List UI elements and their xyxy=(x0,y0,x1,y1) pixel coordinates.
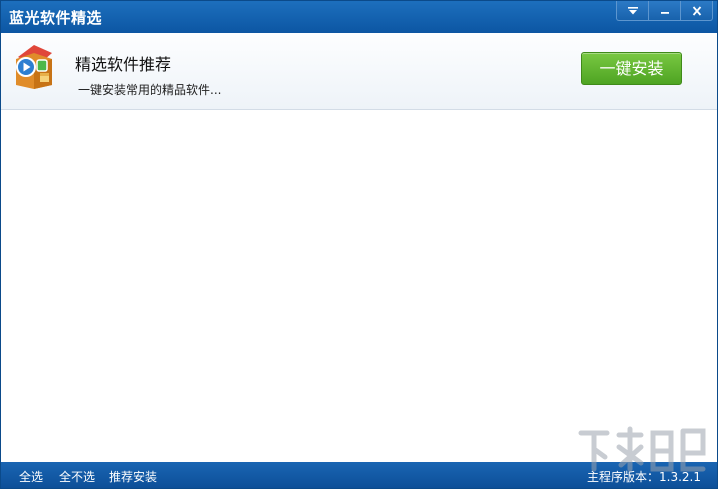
close-button[interactable] xyxy=(680,1,713,21)
main-window: 蓝光软件精选 精选软件推荐 一键安装常用的精品软件... 一键安装 全选 全不选… xyxy=(0,0,718,489)
recommend-install-link[interactable]: 推荐安装 xyxy=(109,468,157,485)
software-list-area[interactable] xyxy=(1,110,717,462)
window-title: 蓝光软件精选 xyxy=(9,9,103,27)
title-bar[interactable]: 蓝光软件精选 xyxy=(1,1,717,33)
select-all-link[interactable]: 全选 xyxy=(19,468,43,485)
minimize-button[interactable] xyxy=(648,1,681,21)
window-controls xyxy=(616,1,713,21)
header-title: 精选软件推荐 xyxy=(75,55,172,74)
minimize-icon xyxy=(660,11,669,14)
header-panel: 精选软件推荐 一键安装常用的精品软件... 一键安装 xyxy=(1,33,717,110)
menu-button[interactable] xyxy=(616,1,649,21)
one-click-install-button[interactable]: 一键安装 xyxy=(581,52,682,85)
app-logo-icon xyxy=(16,45,52,89)
site-watermark-logo xyxy=(578,426,706,472)
close-icon xyxy=(692,5,701,16)
select-none-link[interactable]: 全不选 xyxy=(59,468,95,485)
menu-dropdown-icon xyxy=(627,6,638,14)
header-subtitle: 一键安装常用的精品软件... xyxy=(78,83,222,97)
